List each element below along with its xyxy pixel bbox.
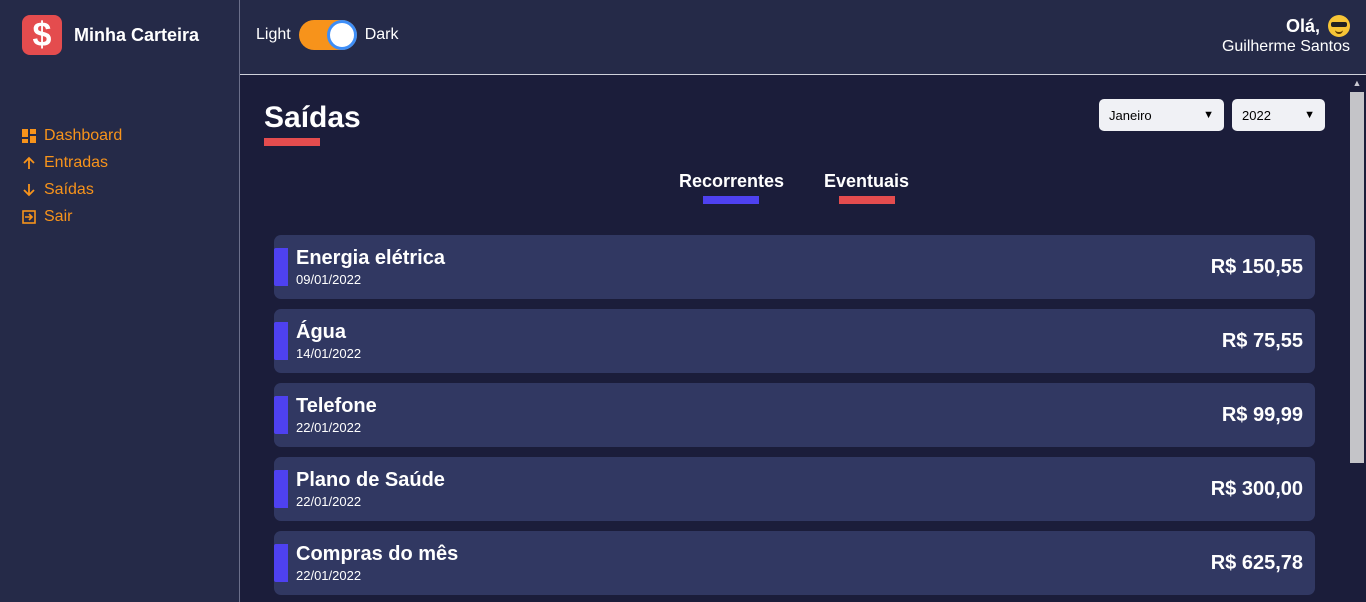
- page-title: Saídas: [264, 101, 361, 134]
- greeting-text: Olá,: [1285, 15, 1320, 36]
- frequency-tag: [274, 248, 288, 286]
- menu-item-saidas[interactable]: Saídas: [22, 176, 122, 203]
- list-item[interactable]: Plano de Saúde 22/01/2022 R$ 300,00: [274, 457, 1315, 521]
- sidebar-menu: Dashboard Entradas Saídas Sair: [22, 122, 122, 230]
- item-description: Plano de Saúde: [296, 469, 445, 491]
- menu-item-label: Sair: [44, 207, 73, 225]
- item-date: 09/01/2022: [296, 272, 362, 287]
- frequency-tag: [274, 470, 288, 508]
- tab-recorrentes[interactable]: Recorrentes: [679, 171, 784, 204]
- vertical-scrollbar[interactable]: ▲: [1348, 75, 1366, 602]
- year-select-value: 2022: [1242, 107, 1271, 123]
- theme-light-label: Light: [256, 26, 291, 43]
- item-description: Telefone: [296, 395, 377, 417]
- frequency-tag: [274, 322, 288, 360]
- item-date: 14/01/2022: [296, 346, 362, 361]
- arrow-up-icon: [22, 156, 36, 170]
- item-date: 22/01/2022: [296, 494, 362, 509]
- item-description: Água: [296, 321, 346, 343]
- frequency-tag: [274, 396, 288, 434]
- tab-eventuais[interactable]: Eventuais: [824, 171, 909, 204]
- main-content: Saídas Janeiro ▼ 2022 ▼ Recorrentes Even…: [240, 75, 1348, 602]
- item-date: 22/01/2022: [296, 420, 362, 435]
- tab-indicator: [838, 196, 895, 204]
- wallet-logo-icon: $: [22, 15, 62, 55]
- scroll-up-arrow-icon[interactable]: ▲: [1348, 75, 1366, 91]
- menu-item-dashboard[interactable]: Dashboard: [22, 122, 122, 149]
- tab-indicator: [703, 196, 760, 204]
- list-item[interactable]: Compras do mês 22/01/2022 R$ 625,78: [274, 531, 1315, 595]
- item-date: 22/01/2022: [296, 568, 362, 583]
- expense-list: Energia elétrica 09/01/2022 R$ 150,55 Ág…: [274, 235, 1315, 602]
- brand[interactable]: $ Minha Carteira: [22, 15, 199, 55]
- menu-item-label: Dashboard: [44, 126, 123, 144]
- app-root: $ Minha Carteira Dashboard Entradas Saíd…: [0, 0, 1366, 602]
- menu-item-entradas[interactable]: Entradas: [22, 149, 122, 176]
- list-item[interactable]: Água 14/01/2022 R$ 75,55: [274, 309, 1315, 373]
- menu-item-label: Saídas: [44, 180, 94, 198]
- theme-switch-knob[interactable]: [326, 20, 357, 50]
- chevron-down-icon: ▼: [1304, 109, 1315, 121]
- dashboard-icon: [22, 128, 36, 143]
- item-description: Energia elétrica: [296, 247, 445, 269]
- month-select-value: Janeiro: [1109, 107, 1152, 123]
- arrow-down-icon: [22, 183, 36, 197]
- item-amount: R$ 625,78: [1210, 552, 1303, 574]
- item-amount: R$ 300,00: [1210, 478, 1303, 500]
- tab-label: Recorrentes: [678, 171, 784, 191]
- filter-tabs: Recorrentes Eventuais: [240, 171, 1348, 204]
- tab-label: Eventuais: [824, 171, 910, 191]
- top-header: Light Dark Olá, Guilherme Santos: [240, 0, 1366, 75]
- sunglasses-emoji-icon: [1328, 15, 1350, 37]
- brand-name: Minha Carteira: [74, 24, 200, 45]
- item-amount: R$ 75,55: [1221, 330, 1303, 352]
- year-select[interactable]: 2022 ▼: [1232, 99, 1325, 131]
- theme-switch[interactable]: [298, 20, 357, 50]
- month-select[interactable]: Janeiro ▼: [1099, 99, 1224, 131]
- item-amount: R$ 99,99: [1221, 404, 1303, 426]
- frequency-tag: [274, 544, 288, 582]
- title-underline: [264, 138, 320, 146]
- theme-dark-label: Dark: [364, 26, 399, 43]
- chevron-down-icon: ▼: [1203, 109, 1214, 121]
- theme-toggle: Light Dark: [256, 20, 398, 50]
- scroll-thumb[interactable]: [1350, 92, 1364, 463]
- exit-icon: [22, 209, 36, 224]
- menu-item-label: Entradas: [44, 153, 109, 171]
- sidebar: $ Minha Carteira Dashboard Entradas Saíd…: [0, 0, 240, 602]
- user-name: Guilherme Santos: [1221, 38, 1350, 55]
- list-item[interactable]: Telefone 22/01/2022 R$ 99,99: [274, 383, 1315, 447]
- menu-item-sair[interactable]: Sair: [22, 203, 122, 230]
- item-description: Compras do mês: [296, 543, 459, 565]
- item-amount: R$ 150,55: [1210, 256, 1303, 278]
- list-item[interactable]: Energia elétrica 09/01/2022 R$ 150,55: [274, 235, 1315, 299]
- user-greeting: Olá, Guilherme Santos: [1222, 15, 1350, 56]
